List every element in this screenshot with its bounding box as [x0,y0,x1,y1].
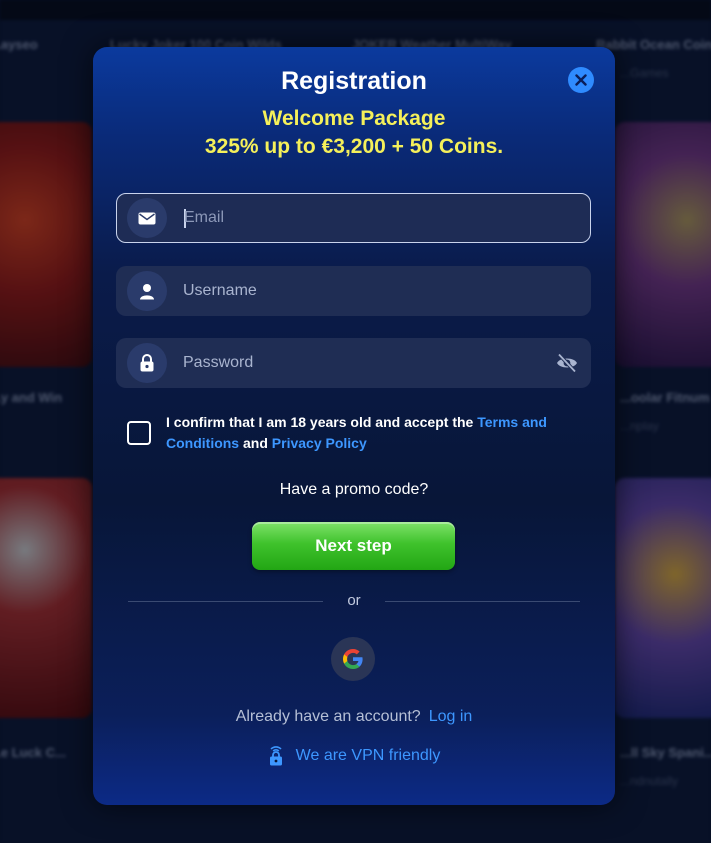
login-prompt: Already have an account? [235,708,421,725]
consent-text: I confirm that I am 18 years old and acc… [166,412,566,454]
age-terms-checkbox[interactable] [127,421,151,445]
email-input[interactable] [184,194,544,242]
lock-icon [127,343,167,383]
eye-off-icon[interactable] [555,352,579,374]
registration-modal: Registration Welcome Package 325% up to … [93,47,615,805]
close-icon [575,74,587,86]
promo-code-toggle[interactable]: Have a promo code? [93,481,615,499]
username-field[interactable] [116,266,591,316]
login-row: Already have an account? Log in [93,708,615,726]
modal-title: Registration [281,67,427,95]
welcome-package-title: Welcome Package [262,107,446,130]
privacy-policy-link[interactable]: Privacy Policy [272,435,367,451]
google-icon [343,649,363,669]
password-input[interactable] [183,338,543,388]
user-icon [127,271,167,311]
close-button[interactable] [568,67,594,93]
consent-and: and [239,435,272,451]
vpn-row: We are VPN friendly [93,745,615,767]
envelope-icon [127,198,167,238]
welcome-package-offer: 325% up to €3,200 + 50 Coins. [204,135,504,158]
username-input[interactable] [183,266,543,316]
vpn-friendly-text: We are VPN friendly [295,747,441,764]
next-step-button[interactable]: Next step [252,522,455,570]
vpn-lock-icon [269,746,282,766]
google-signin-button[interactable] [331,637,375,681]
consent-label: I confirm that I am 18 years old and acc… [166,414,478,430]
divider-line [385,601,580,602]
email-field[interactable] [116,193,591,243]
password-field[interactable] [116,338,591,388]
login-link[interactable]: Log in [429,708,473,725]
